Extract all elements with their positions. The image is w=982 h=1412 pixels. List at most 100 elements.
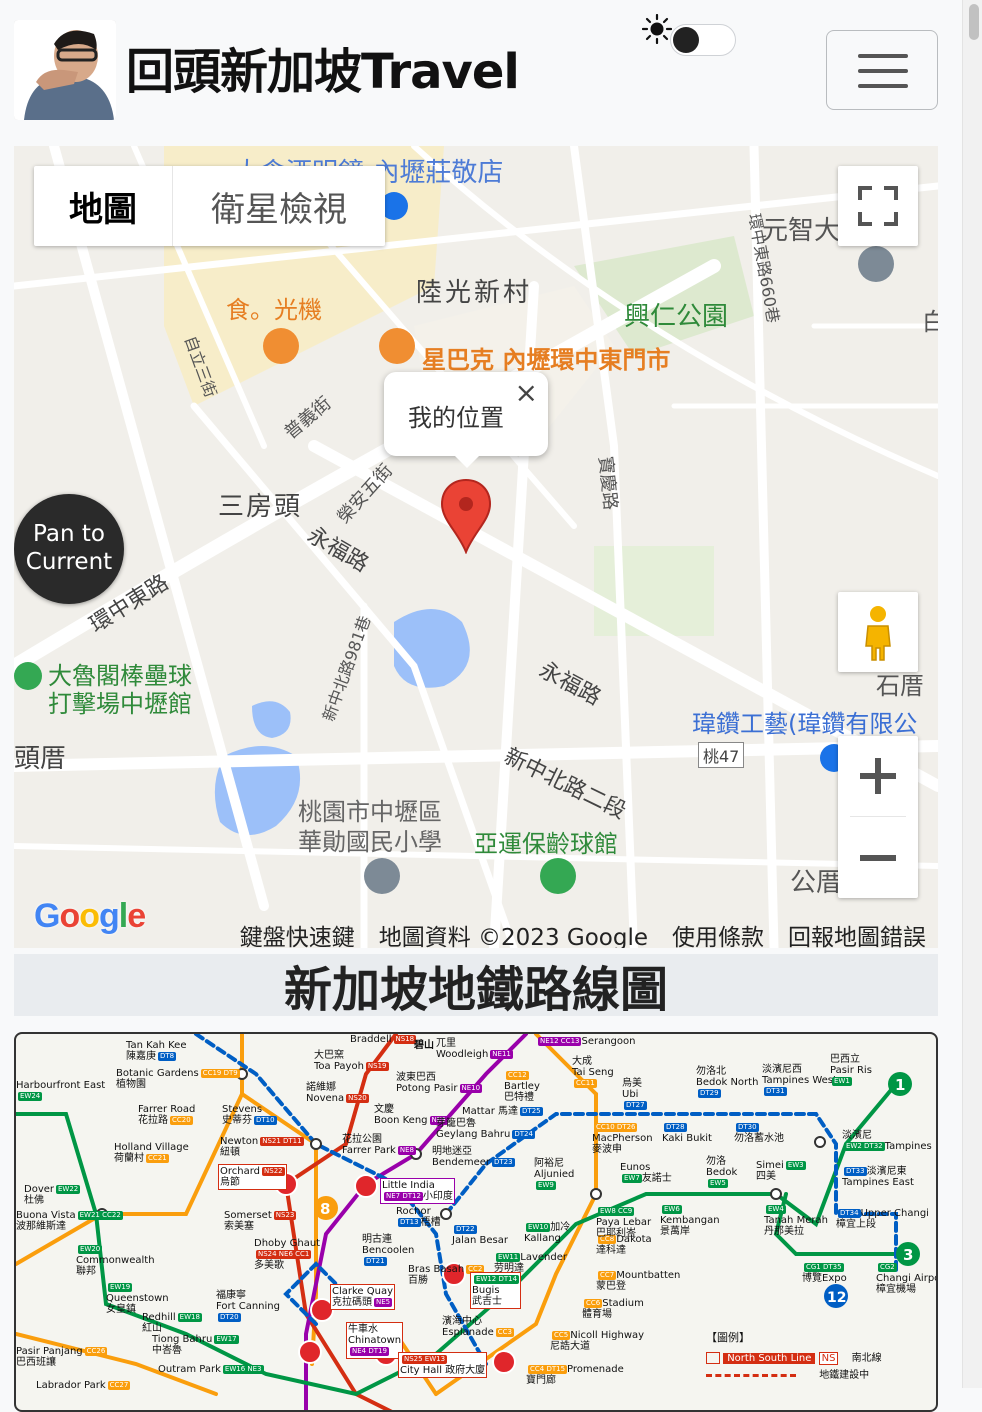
map-label: 陸光新村 — [416, 278, 533, 308]
mrt-station-label: CC4 DT15 Promenade 寶門廊 — [526, 1364, 624, 1386]
terms-link[interactable]: 使用條款 — [672, 918, 764, 948]
zoom-out-button[interactable] — [838, 818, 918, 898]
mrt-station-label: 兀里 Woodleigh NE11 — [436, 1038, 513, 1060]
scrollbar-thumb[interactable] — [969, 4, 979, 40]
map-data-attribution: 地圖資料 ©2023 Google — [378, 925, 648, 948]
pan-button-line1: Pan to — [33, 521, 105, 547]
fullscreen-button[interactable] — [838, 166, 918, 246]
section-title: 新加坡地鐵路線圖 — [14, 954, 938, 1018]
mrt-station-label: 福康寧 Fort Canning DT20 — [216, 1290, 280, 1322]
mrt-station-label: CC12 Bartley 巴特禮 — [504, 1070, 540, 1103]
map-label: 打擊場中壢館 — [48, 690, 192, 718]
close-icon[interactable]: × — [515, 376, 538, 409]
legend-construction: 地鐵建設中 — [706, 1370, 869, 1381]
svg-text:1: 1 — [895, 1076, 905, 1094]
zoom-control — [838, 736, 918, 898]
pegman-icon — [865, 606, 891, 661]
location-marker-icon[interactable] — [440, 478, 492, 558]
mrt-station-label: Pasir Panjang CC26 巴西班讓 — [16, 1346, 108, 1368]
mrt-station-label: Holland Village 荷蘭村 CC21 — [114, 1142, 189, 1164]
legend-ns: North South Line NS 南北線 — [706, 1352, 882, 1365]
street-view-pegman-button[interactable] — [838, 592, 918, 672]
mrt-station-label: 明地迷亞 Bendemeer DT23 — [432, 1146, 515, 1168]
mrt-station-label: EW4 Tanah Merah 丹那美拉 — [764, 1204, 828, 1237]
mrt-station-label: Braddell NS18 — [350, 1034, 417, 1045]
map-label: 瑋鑽工藝(瑋鑽有限公 — [692, 710, 918, 738]
map-label: 寶慶路 — [594, 455, 621, 512]
plus-icon — [860, 758, 896, 794]
info-window-tail — [454, 455, 480, 468]
mrt-station-label: 阿裕尼 Aljunied EW9 — [534, 1158, 575, 1190]
svg-text:12: 12 — [827, 1290, 846, 1306]
mrt-station-label: CG2Changi Airport樟宜機場 — [876, 1262, 936, 1295]
site-brand[interactable]: 回頭新加坡Travel — [126, 32, 520, 102]
mrt-station-label: 濱海中心 Esplanade CC3 — [442, 1316, 514, 1338]
map-type-satellite-button[interactable]: 衛星檢視 — [173, 166, 385, 246]
mrt-station-label: 碧山 — [414, 1040, 434, 1051]
mrt-station-label: Newton NS21 DT11 紐頓 — [220, 1136, 304, 1158]
avatar[interactable] — [14, 20, 116, 120]
mrt-station-label: Buona Vista EW21 CC22 波那維斯達 — [16, 1210, 123, 1232]
navbar: 回頭新加坡Travel — [0, 0, 962, 146]
mrt-station-label: DT34 Upper Changi 樟宜上段 — [836, 1208, 929, 1230]
map-label: 三房頭 — [218, 492, 303, 522]
mrt-station-label: EW6 Kembangan 景萬岸 — [660, 1204, 720, 1237]
mrt-station-label: Mattar 馬達 DT25 — [462, 1106, 543, 1117]
mrt-station-label: 芽籠巴魯 Geylang Bahru DT24 — [436, 1118, 535, 1140]
mrt-station-label: 牛車水 Chinatown NE4 DT19 — [346, 1322, 404, 1359]
mrt-station-label: CC6 Stadium 體育場 — [582, 1298, 644, 1320]
mrt-station-label: 大成 Tai Seng CC11 — [572, 1056, 614, 1088]
mrt-map-image[interactable]: 8 1 3 12 Tan Kah Kee 陳嘉庚 DT8 Botanic Garde… — [14, 1032, 938, 1412]
dashed-line-icon — [706, 1373, 796, 1377]
mrt-station-label: CG1 DT35 博覽Expo — [802, 1262, 847, 1284]
mrt-station-label: 諾維娜 Novena NS20 — [306, 1082, 369, 1104]
mrt-station-label: Outram Park EW16 NE3 — [158, 1364, 264, 1375]
mrt-station-label: Dhoby Ghaut NS24 NE6 CC1 多美歌 — [254, 1238, 321, 1271]
mrt-station-label: Tiong Bahru EW17 中峇魯 — [152, 1334, 239, 1356]
hamburger-icon — [858, 54, 908, 58]
mrt-station-label: Rochor DT13 梧槽 — [396, 1206, 441, 1228]
info-window-text: 我的位置 — [408, 404, 504, 432]
mrt-station-label: 明古連 Bencoolen DT21 — [362, 1234, 415, 1266]
zoom-in-button[interactable] — [838, 736, 918, 816]
google-logo[interactable]: Google — [34, 897, 146, 936]
mrt-station-label: 淡濱尼 EW2 DT32 Tampines — [842, 1130, 932, 1152]
minus-icon — [860, 855, 896, 861]
mrt-station-label: Stevens 史蒂芬 DT10 — [222, 1104, 277, 1126]
mrt-station-label: DT33 淡濱尼東 Tampines East — [842, 1166, 914, 1188]
mrt-station-label: EW10 加冷 Kallang — [524, 1222, 571, 1244]
map-label: 華勛國民小學 — [298, 828, 442, 856]
google-map[interactable]: 大倉酒明鏡-內壢莊敬店 元智大 陸光新村 食。光機 興仁公園 星巴克 內壢環中東… — [14, 146, 938, 948]
mrt-station-label: EW8 CC9 Paya Lebar 巴耶利峇 — [596, 1206, 652, 1239]
page-scrollbar[interactable] — [962, 0, 982, 1388]
mrt-station-label: Botanic Gardens CC19 DT9 植物園 — [116, 1068, 240, 1090]
mrt-station-label: 波東巴西 Potong Pasir NE10 — [396, 1072, 483, 1094]
info-window: 我的位置 × — [384, 372, 548, 468]
keyboard-shortcuts-link[interactable]: 鍵盤快速鍵 — [240, 918, 355, 948]
mrt-station-label: 勿洛 Bedok EW5 — [706, 1156, 738, 1188]
zoom-divider — [850, 816, 906, 817]
hamburger-icon-bar — [858, 84, 908, 88]
mrt-station-label: Clarke Quay 克拉碼頭 NE5 — [330, 1284, 396, 1310]
pan-button-line2: Current — [25, 549, 113, 575]
mrt-station-label: Eunos EW7 友諾士 — [620, 1162, 672, 1184]
mrt-station-label: 巴西立 Pasir Ris EW1 — [830, 1054, 872, 1086]
mrt-station-label: CC10 DT26 MacPherson 麥波申 — [592, 1122, 653, 1155]
mrt-station-label: 大巴窯 Toa Payoh NS19 — [314, 1050, 389, 1072]
mrt-station-label: CC7 Mountbatten 蒙巴登 — [596, 1270, 681, 1292]
theme-toggle[interactable] — [670, 24, 736, 56]
mrt-station-label: 淡濱尼西 Tampines West DT31 — [762, 1064, 837, 1096]
mrt-station-label: EW11 Lavender 劳明達 — [494, 1252, 567, 1274]
mrt-station-label: Labrador Park CC27 — [36, 1380, 131, 1391]
mrt-station-label: Harbourfront East EW24 — [16, 1080, 106, 1101]
map-label: 元智大 — [762, 216, 841, 246]
map-label: 食。光機 — [226, 296, 322, 324]
mrt-station-label: NS25 EW13 City Hall 政府大廈 — [398, 1352, 488, 1378]
pan-to-current-button[interactable]: Pan to Current — [14, 494, 124, 604]
menu-button[interactable] — [826, 30, 938, 110]
mrt-station-label: Orchard NS22 烏節 — [218, 1164, 287, 1190]
map-type-map-button[interactable]: 地圖 — [34, 166, 173, 246]
fullscreen-icon — [858, 186, 898, 226]
report-error-link[interactable]: 回報地圖錯誤 — [788, 918, 926, 948]
mrt-station-label: 烏美 Ubi DT27 — [622, 1078, 647, 1110]
